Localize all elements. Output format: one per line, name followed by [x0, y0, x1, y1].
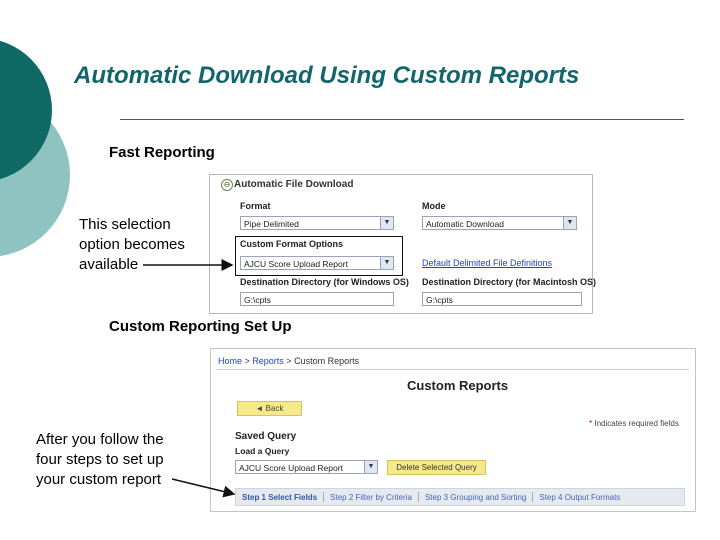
annotation-arrows — [143, 259, 236, 498]
arrow-to-steps — [171, 478, 236, 498]
